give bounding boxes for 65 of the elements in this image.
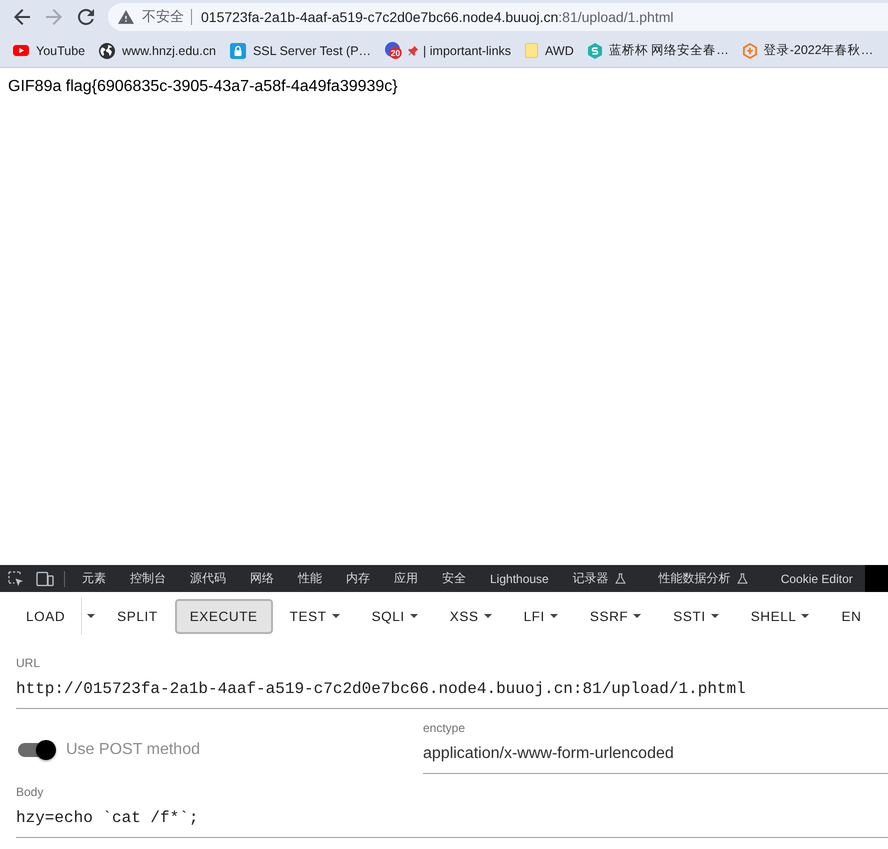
url-host: 015723fa-2a1b-4aaf-a519-c7c2d0e7bc66.node4.buuoj.cn bbox=[201, 9, 558, 25]
devtools-tab[interactable]: Cookie Editor bbox=[768, 565, 865, 592]
devtools-tab[interactable]: 元素 bbox=[70, 565, 118, 592]
post-method-label: Use POST method bbox=[66, 741, 200, 759]
dropdown-button[interactable]: XSS bbox=[434, 598, 507, 634]
caret-icon bbox=[410, 614, 418, 618]
lock-icon bbox=[230, 42, 246, 58]
devtools-tab[interactable]: 性能数据分析 bbox=[646, 565, 769, 592]
devtools-tab[interactable]: 安全 bbox=[430, 565, 478, 592]
inspect-icon[interactable] bbox=[8, 570, 24, 586]
caret-icon bbox=[633, 614, 642, 618]
enctype-label: enctype bbox=[423, 721, 466, 735]
dropdown-button[interactable]: SSRF bbox=[574, 598, 656, 634]
devtools-tab[interactable]: 网络 bbox=[238, 565, 286, 592]
toolbar-button[interactable]: EXECUTE bbox=[174, 598, 273, 634]
body-label: Body bbox=[16, 785, 44, 799]
devtools-tab[interactable]: 记录器 bbox=[560, 565, 647, 592]
flask-icon bbox=[614, 573, 626, 584]
toolbar-button[interactable]: LOAD bbox=[11, 598, 80, 634]
toolbar-button[interactable]: EN bbox=[826, 598, 876, 634]
dropdown-button[interactable]: SQLI bbox=[356, 598, 433, 634]
warning-icon[interactable] bbox=[118, 10, 134, 24]
bookmark-item[interactable]: SSL Server Test (P… bbox=[222, 38, 378, 64]
address-bar[interactable]: 不安全 015723fa-2a1b-4aaf-a519-c7c2d0e7bc66.node4.buuoj.cn:81/upload/1.phtml bbox=[108, 3, 888, 31]
devtools-tab[interactable]: 控制台 bbox=[118, 565, 178, 592]
devtools-tab[interactable]: 源代码 bbox=[178, 565, 238, 592]
caret-icon bbox=[332, 614, 340, 618]
page-text: GIF89a flag{6906835c-3905-43a7-a58f-4a49fa39939c} bbox=[8, 78, 398, 95]
globe-icon bbox=[99, 42, 116, 58]
security-label[interactable]: 不安全 bbox=[142, 8, 184, 26]
caret-icon bbox=[801, 614, 810, 618]
reload-icon[interactable] bbox=[78, 9, 94, 25]
toggle-switch[interactable] bbox=[18, 740, 56, 760]
enctype-field[interactable]: application/x-www-form-urlencoded bbox=[423, 737, 888, 774]
hexagon-icon bbox=[588, 42, 602, 58]
caret-icon bbox=[550, 614, 558, 618]
dropdown-button[interactable]: TEST bbox=[274, 598, 355, 634]
note-icon bbox=[525, 43, 538, 58]
bookmark-item[interactable]: www.hnzj.edu.cn bbox=[92, 38, 223, 64]
devtools-tab[interactable]: Lighthouse bbox=[478, 565, 561, 592]
devtools-tab[interactable]: 应用 bbox=[382, 565, 430, 592]
bookmark-item[interactable]: 蓝桥杯 网络安全春… bbox=[580, 38, 736, 64]
url-path: :81/upload/1.phtml bbox=[558, 9, 674, 25]
bookmark-item[interactable]: 20 | important-links bbox=[378, 38, 518, 64]
devtools-tab[interactable]: 内存 bbox=[334, 565, 382, 592]
url-label: URL bbox=[16, 656, 42, 670]
caret-icon bbox=[484, 614, 492, 618]
body-field[interactable]: hzy=echo `cat /f*`; bbox=[16, 801, 888, 838]
device-icon[interactable] bbox=[36, 570, 54, 586]
dropdown-button[interactable]: LFI bbox=[508, 598, 573, 634]
dropdown-button[interactable]: SHELL bbox=[736, 598, 824, 634]
play-icon bbox=[13, 45, 29, 56]
bookmark-item[interactable]: YouTube bbox=[6, 38, 92, 64]
bookmark-item[interactable]: 登录-2022年春秋… bbox=[736, 38, 880, 64]
toolbar-button[interactable]: SPLIT bbox=[102, 598, 173, 634]
hexagon-outline-icon bbox=[742, 42, 757, 58]
devtools-tab[interactable]: 性能 bbox=[286, 565, 334, 592]
caret-icon bbox=[710, 614, 719, 618]
dropdown-button[interactable]: SSTI bbox=[658, 598, 734, 634]
bookmark-item[interactable]: AWD bbox=[518, 38, 581, 64]
flask-icon bbox=[736, 573, 748, 584]
back-icon[interactable] bbox=[14, 9, 30, 25]
caret-icon[interactable] bbox=[87, 614, 96, 618]
badge-icon: 20 bbox=[385, 42, 402, 59]
url-field[interactable]: http://015723fa-2a1b-4aaf-a519-c7c2d0e7bc66.node4.buuoj.cn:81/upload/1.phtml bbox=[16, 672, 888, 709]
